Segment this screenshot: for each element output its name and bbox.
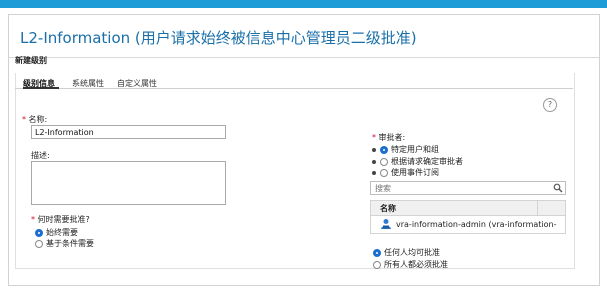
table-row[interactable]: vra-information-admin (vra-information- <box>396 220 556 229</box>
radio-specific-users-groups[interactable]: 特定用户和组 <box>372 144 439 155</box>
bullet-icon <box>372 159 376 164</box>
radio-button[interactable] <box>373 248 381 257</box>
radio-button[interactable] <box>35 239 43 248</box>
description-input[interactable] <box>31 161 226 205</box>
approval-when-label-text: 何时需要批准? <box>37 215 90 224</box>
approver-search-input[interactable] <box>370 181 566 195</box>
tab-custom-properties[interactable]: 自定义属性 <box>117 78 157 89</box>
radio-label: 根据请求确定审批者 <box>391 157 463 166</box>
radio-anyone-can-approve[interactable]: 任何人均可批准 <box>373 247 440 258</box>
radio-button[interactable] <box>380 157 388 166</box>
radio-button[interactable] <box>380 168 388 177</box>
radio-label: 所有人都必须批准 <box>384 260 448 269</box>
name-input[interactable] <box>31 125 226 139</box>
radio-button[interactable] <box>35 228 43 237</box>
user-group-icon <box>381 219 391 229</box>
tab-system-properties[interactable]: 系统属性 <box>72 78 104 89</box>
approver-label-text: 审批者: <box>378 133 406 142</box>
radio-button[interactable] <box>380 145 388 154</box>
radio-all-must-approve[interactable]: 所有人都必须批准 <box>373 259 448 270</box>
approval-when-label: * 何时需要批准? <box>31 214 90 225</box>
radio-label: 特定用户和组 <box>391 145 439 154</box>
bullet-icon <box>372 147 376 152</box>
name-label-text: 名称: <box>28 115 48 124</box>
approver-table: 名称 vra-information-admin (vra-informatio… <box>370 200 566 234</box>
bullet-icon <box>372 170 376 175</box>
section-title: 新建级别 <box>15 56 47 65</box>
tab-level-info[interactable]: 级别信息 <box>23 78 55 89</box>
radio-event-subscription[interactable]: 使用事件订阅 <box>372 167 439 178</box>
table-header: 名称 <box>371 201 565 216</box>
radio-always-required[interactable]: 始终需要 <box>35 227 78 238</box>
name-label: * 名称: <box>22 114 47 125</box>
column-header-name[interactable]: 名称 <box>380 203 396 214</box>
column-divider <box>537 201 538 215</box>
radio-label: 基于条件需要 <box>46 239 94 248</box>
approver-label: * 审批者: <box>372 132 405 143</box>
description-label: 描述: <box>31 151 50 160</box>
radio-label: 任何人均可批准 <box>384 248 440 257</box>
search-icon[interactable] <box>553 183 563 193</box>
radio-button[interactable] <box>373 260 381 269</box>
help-icon[interactable]: ? <box>543 98 557 112</box>
radio-label: 始终需要 <box>46 228 78 237</box>
page-title: L2-Information (用户请求始终被信息中心管理员二级批准) <box>20 29 417 47</box>
radio-conditional-required[interactable]: 基于条件需要 <box>35 238 94 249</box>
radio-label: 使用事件订阅 <box>391 168 439 177</box>
title-bar: L2-Information (用户请求始终被信息中心管理员二级批准) <box>9 15 599 58</box>
radio-determine-by-request[interactable]: 根据请求确定审批者 <box>372 156 463 167</box>
top-accent-bar <box>0 0 607 8</box>
